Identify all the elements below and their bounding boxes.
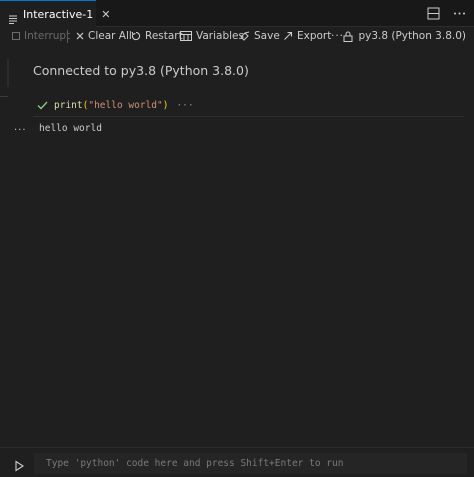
toolbar-separator	[67, 30, 68, 43]
save-icon	[240, 31, 250, 41]
tab-label: Interactive-1	[23, 7, 94, 21]
output-more-button[interactable]: ···	[14, 125, 27, 136]
export-label: Export	[297, 30, 332, 42]
split-editor-icon[interactable]	[426, 6, 440, 20]
cell-gutter-bar	[7, 59, 9, 87]
code-more-button[interactable]: ···	[176, 100, 193, 111]
cell-output: hello world	[39, 123, 102, 134]
connection-status: Connected to py3.8 (Python 3.8.0)	[33, 63, 249, 78]
save-button[interactable]: Save	[240, 30, 280, 42]
code-cell[interactable]: print("hello world") ···	[37, 100, 194, 111]
tab-bar: Interactive-1 ✕	[0, 0, 474, 27]
stop-icon	[12, 32, 20, 40]
cell-indicator	[0, 96, 8, 97]
clear-all-button[interactable]: Clear All	[76, 30, 132, 42]
clear-icon	[76, 32, 84, 40]
check-icon	[37, 101, 48, 110]
save-label: Save	[254, 30, 280, 42]
tab-interactive-1[interactable]: Interactive-1 ✕	[0, 0, 110, 27]
code-function: print	[54, 100, 83, 111]
variables-label: Variables	[196, 30, 244, 42]
variables-button[interactable]: Variables	[180, 30, 244, 42]
restart-button[interactable]: Restart	[131, 30, 183, 42]
code-input[interactable]	[34, 453, 467, 474]
interrupt-label: Interrupt	[24, 30, 71, 42]
export-icon	[284, 31, 293, 40]
toolbar-more-button[interactable]: ···	[331, 30, 344, 42]
interrupt-button[interactable]: Interrupt	[12, 30, 70, 42]
code-string: "hello world"	[88, 100, 163, 111]
play-icon[interactable]	[13, 457, 25, 472]
close-icon[interactable]: ✕	[101, 8, 110, 21]
input-area	[0, 447, 474, 477]
more-icon[interactable]	[452, 6, 466, 20]
export-button[interactable]: Export	[283, 30, 331, 42]
kernel-icon	[343, 31, 353, 42]
restart-icon	[131, 31, 141, 41]
code-text: print("hello world")	[54, 100, 168, 111]
interactive-window: Interactive-1 ✕ Interrupt Clear All Rest…	[0, 0, 474, 477]
variables-icon	[180, 31, 192, 41]
clear-all-label: Clear All	[88, 30, 132, 42]
kernel-picker[interactable]: py3.8 (Python 3.8.0)	[343, 27, 466, 45]
kernel-label: py3.8 (Python 3.8.0)	[358, 30, 466, 42]
output-area: Connected to py3.8 (Python 3.8.0) print(…	[0, 45, 474, 447]
tab-bar-actions	[426, 6, 466, 20]
interactive-toolbar: Interrupt Clear All Restart Variables Sa…	[0, 27, 474, 45]
code-paren-close: )	[162, 100, 169, 111]
file-lines-icon	[8, 9, 18, 24]
code-cell-divider	[33, 116, 464, 117]
restart-label: Restart	[145, 30, 183, 42]
